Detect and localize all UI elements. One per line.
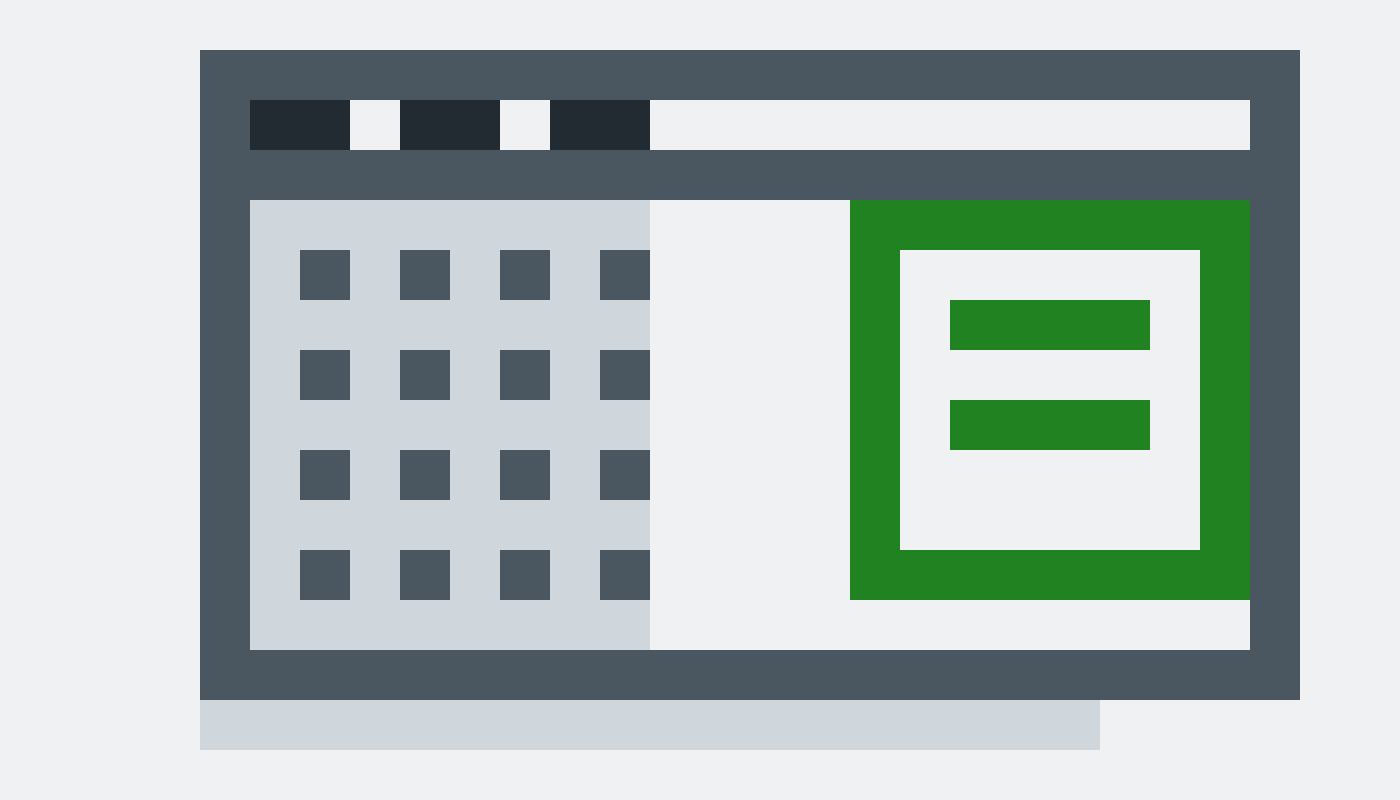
grid-cell-icon[interactable]	[400, 250, 450, 300]
grid-cell-icon[interactable]	[300, 250, 350, 300]
grid-cell-icon[interactable]	[600, 250, 650, 300]
base-shadow	[200, 700, 1100, 750]
grid-cell-icon[interactable]	[500, 450, 550, 500]
grid-cell-icon[interactable]	[300, 450, 350, 500]
grid-cell-icon[interactable]	[600, 450, 650, 500]
tab-3[interactable]	[550, 100, 650, 150]
grid-cell-icon[interactable]	[500, 550, 550, 600]
grid-cell-icon[interactable]	[600, 550, 650, 600]
tab-1[interactable]	[250, 100, 350, 150]
grid-cell-icon[interactable]	[600, 350, 650, 400]
grid-cell-icon[interactable]	[400, 550, 450, 600]
grid-cell-icon[interactable]	[300, 550, 350, 600]
document-line	[950, 300, 1150, 350]
grid-cell-icon[interactable]	[300, 350, 350, 400]
grid-cell-icon[interactable]	[500, 350, 550, 400]
tab-2[interactable]	[400, 100, 500, 150]
document-line	[950, 400, 1150, 450]
grid-cell-icon[interactable]	[400, 450, 450, 500]
grid-cell-icon[interactable]	[500, 250, 550, 300]
grid-cell-icon[interactable]	[400, 350, 450, 400]
